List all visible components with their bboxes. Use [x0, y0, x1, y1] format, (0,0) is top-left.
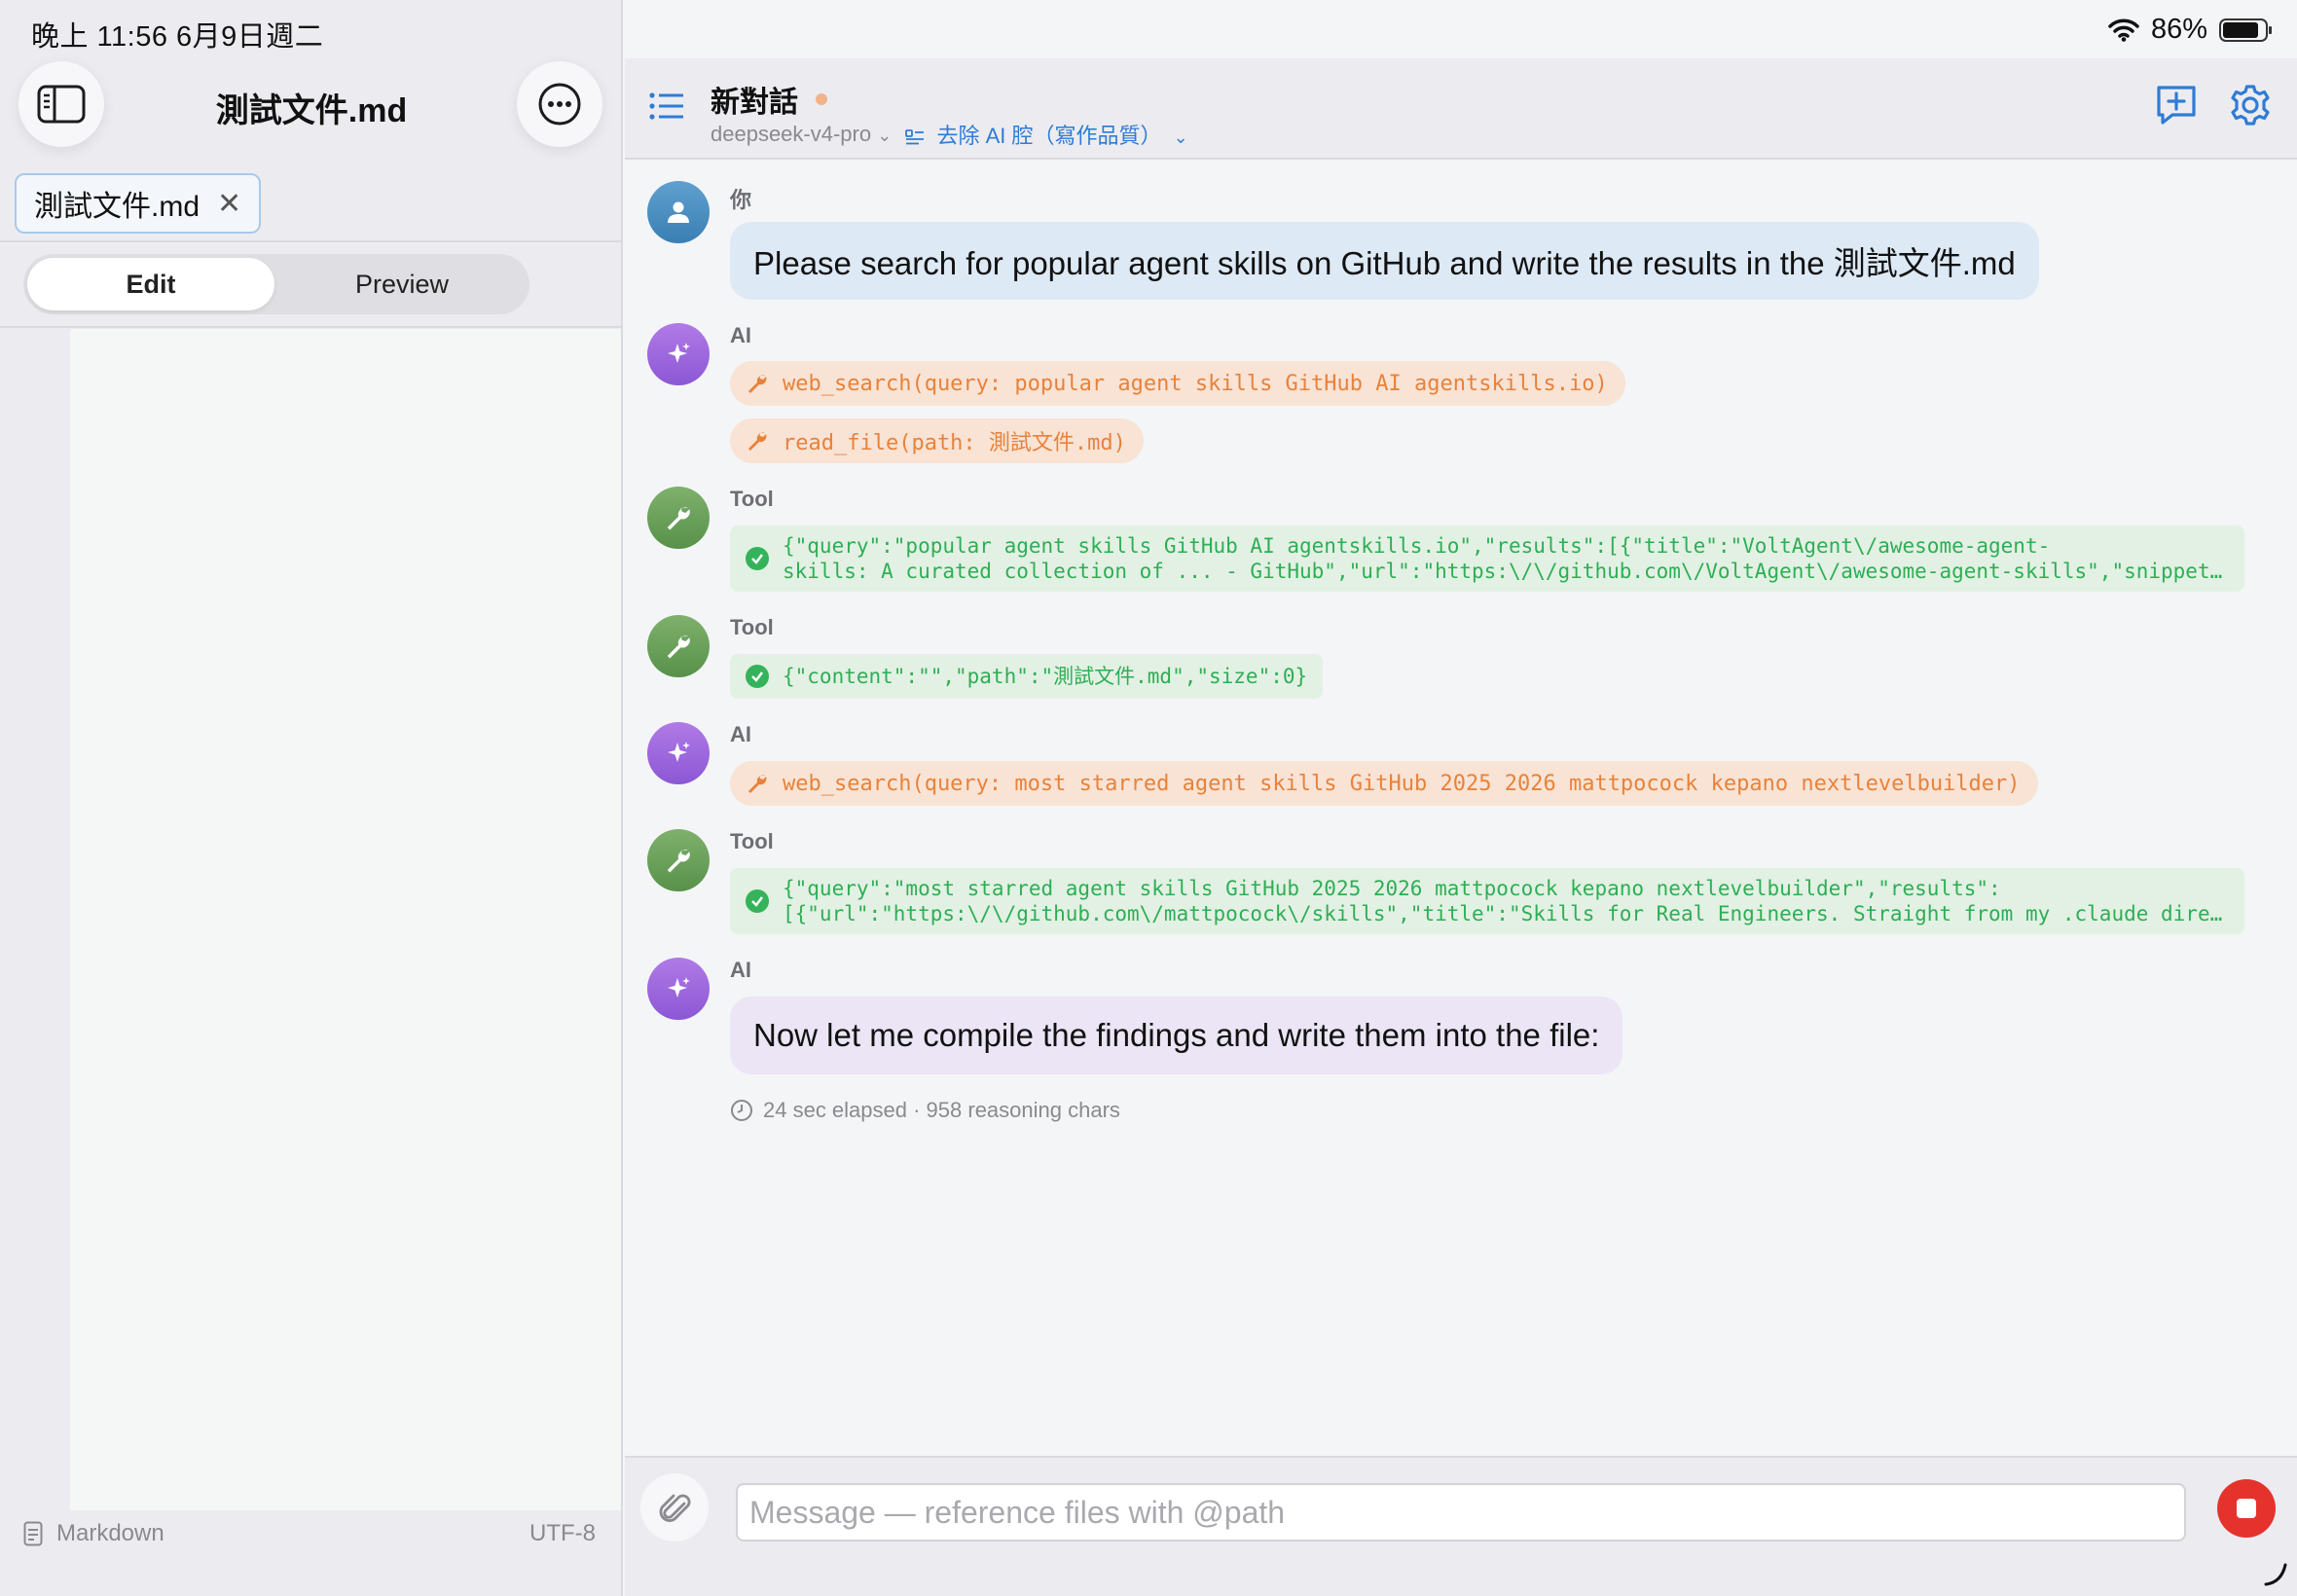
tool-call-text: read_file(path: 測試文件.md)	[783, 431, 1126, 455]
chat-header: 新對話 deepseek-v4-pro ⌄ 去除 AI 腔（寫作品質） ⌄	[625, 58, 2297, 160]
model-selector[interactable]: deepseek-v4-pro ⌄	[711, 122, 892, 147]
encoding-label: UTF-8	[529, 1520, 596, 1546]
mode-selector[interactable]: 去除 AI 腔（寫作品質） ⌄	[905, 119, 1188, 150]
status-indicators: 86%	[2108, 14, 2272, 46]
message-role: AI	[730, 958, 751, 982]
tool-result-line: {"content":"","path":"測試文件.md","size":0}	[783, 665, 1308, 688]
message-input[interactable]	[736, 1483, 2186, 1542]
composer	[625, 1456, 2297, 1596]
more-button[interactable]	[517, 61, 602, 147]
tool-result-block[interactable]: {"query":"popular agent skills GitHub AI…	[730, 526, 2244, 592]
message-role: 你	[730, 188, 752, 212]
message-role: Tool	[730, 487, 774, 511]
close-icon[interactable]: ✕	[217, 187, 241, 221]
tool-call-chip[interactable]: read_file(path: 測試文件.md)	[730, 418, 1144, 463]
user-avatar	[647, 181, 710, 243]
stop-generation-button[interactable]	[2217, 1479, 2276, 1538]
paperclip-icon	[659, 1494, 691, 1522]
tab-divider	[0, 240, 623, 242]
tool-result-line: [{"url":"https:\/\/github.com\/mattpococ…	[783, 902, 2229, 925]
message-role: AI	[730, 722, 751, 746]
gear-icon[interactable]	[2227, 82, 2274, 128]
clock-icon	[731, 1100, 752, 1121]
more-icon	[538, 83, 581, 126]
attach-button[interactable]	[640, 1473, 709, 1542]
conversation-settings-row: deepseek-v4-pro ⌄ 去除 AI 腔（寫作品質） ⌄	[711, 119, 1188, 150]
battery-percent: 86%	[2150, 14, 2207, 45]
user-message-bubble: Please search for popular agent skills o…	[730, 222, 2039, 300]
generation-status: 24 sec elapsed · 958 reasoning chars	[730, 1098, 1120, 1123]
edit-segment[interactable]: Edit	[27, 258, 274, 310]
new-chat-icon[interactable]	[2153, 82, 2200, 128]
resize-handle-icon[interactable]	[2262, 1559, 2289, 1586]
tool-result-block[interactable]: {"query":"most starred agent skills GitH…	[730, 868, 2244, 934]
stop-icon	[2237, 1499, 2256, 1518]
message-role: Tool	[730, 829, 774, 853]
message-role: AI	[730, 323, 751, 347]
markdown-editor[interactable]	[70, 329, 621, 1510]
text-format-icon	[905, 129, 925, 145]
sparkle-icon	[668, 742, 690, 762]
file-tab-label: 測試文件.md	[34, 191, 201, 223]
language-label: Markdown	[56, 1520, 164, 1546]
segment-divider	[0, 326, 623, 328]
unsaved-dot	[816, 93, 827, 105]
person-icon	[668, 201, 689, 223]
mode-name: 去除 AI 腔（寫作品質）	[936, 124, 1162, 148]
language-indicator: Markdown	[23, 1520, 164, 1547]
editor-pane: 晚上 11:56 6月9日週二 測試文件.md 測試文件.md ✕ Edit P…	[0, 0, 623, 1596]
wrench-icon	[748, 375, 767, 393]
wrench-icon	[667, 507, 690, 530]
document-icon	[23, 1521, 43, 1546]
model-name: deepseek-v4-pro	[711, 122, 872, 146]
tool-call-chip[interactable]: web_search(query: most starred agent ski…	[730, 761, 2038, 806]
tool-result-line: {"query":"popular agent skills GitHub AI…	[783, 534, 2051, 558]
message-role: Tool	[730, 615, 774, 639]
sparkle-icon	[668, 343, 690, 363]
chevron-down-icon: ⌄	[1173, 127, 1188, 147]
tool-avatar	[647, 829, 710, 891]
tool-avatar	[647, 487, 710, 549]
wrench-icon	[667, 635, 690, 659]
tool-result-line: {"query":"most starred agent skills GitH…	[783, 877, 2001, 900]
status-time-date: 晚上 11:56 6月9日週二	[31, 21, 324, 53]
ai-message-bubble: Now let me compile the findings and writ…	[730, 997, 1623, 1074]
sidebar-toggle-button[interactable]	[18, 61, 104, 147]
tool-call-text: web_search(query: most starred agent ski…	[783, 771, 2021, 796]
sparkle-icon	[668, 977, 690, 998]
tool-result-line: skills: A curated collection of ... - Gi…	[783, 560, 2229, 583]
battery-icon	[2219, 18, 2272, 42]
wrench-icon	[748, 432, 767, 451]
preview-segment[interactable]: Preview	[278, 258, 526, 310]
ai-avatar	[647, 958, 710, 1020]
check-seal-icon	[746, 665, 769, 688]
battery-level-fill	[2223, 21, 2259, 38]
ai-avatar	[647, 323, 710, 385]
tool-call-text: web_search(query: popular agent skills G…	[783, 371, 1608, 396]
edit-preview-segmented-control: Edit Preview	[23, 254, 529, 314]
sidebar-toggle-icon	[37, 85, 86, 124]
tool-result-block[interactable]: {"content":"","path":"測試文件.md","size":0}	[730, 654, 1324, 699]
conversation-title-text: 新對話	[711, 87, 798, 119]
ai-avatar	[647, 722, 710, 784]
check-seal-icon	[746, 889, 769, 913]
list-icon[interactable]	[648, 91, 685, 121]
chevron-down-icon: ⌄	[877, 126, 893, 145]
wrench-icon	[667, 850, 690, 873]
check-seal-icon	[746, 547, 769, 570]
tool-call-chip[interactable]: web_search(query: popular agent skills G…	[730, 361, 1625, 406]
wrench-icon	[748, 775, 767, 793]
document-title: 測試文件.md	[215, 92, 408, 129]
chat-transcript[interactable]: 你 Please search for popular agent skills…	[625, 162, 2297, 1454]
file-tab[interactable]: 測試文件.md ✕	[15, 173, 262, 234]
wifi-icon	[2108, 18, 2139, 42]
generation-meta-text: 24 sec elapsed · 958 reasoning chars	[763, 1098, 1120, 1122]
conversation-title: 新對話	[711, 78, 827, 121]
line-number-gutter	[0, 329, 70, 1510]
tool-avatar	[647, 615, 710, 677]
